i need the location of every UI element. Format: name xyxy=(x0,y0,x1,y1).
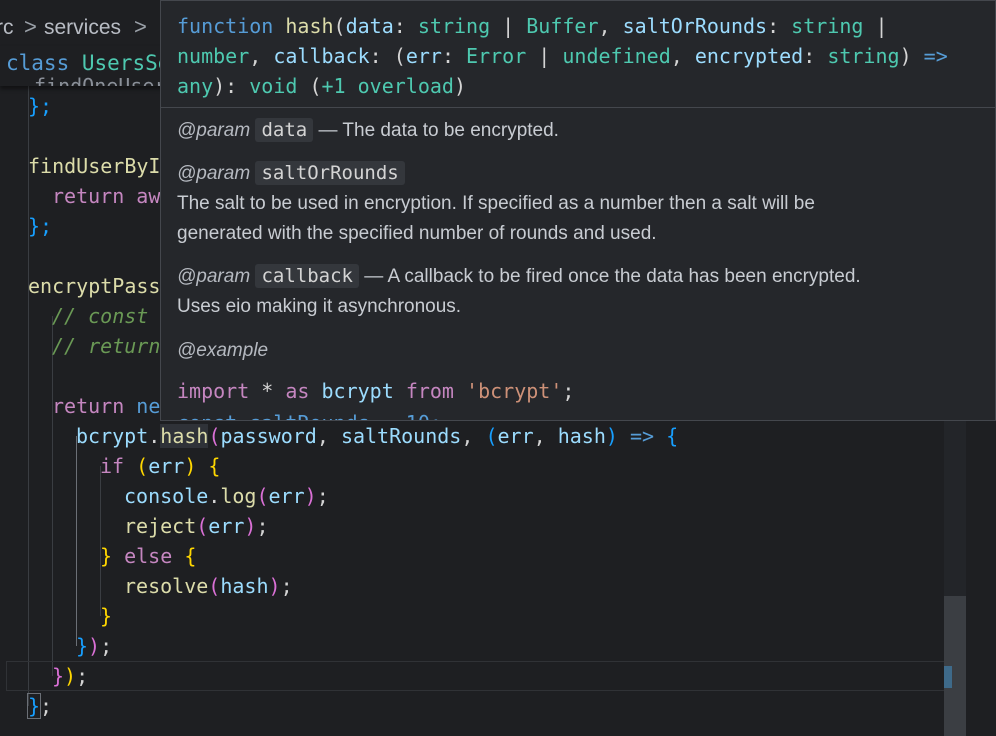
hover-tooltip[interactable]: function hash(data: string | Buffer, sal… xyxy=(160,0,996,421)
code-line: // return xyxy=(52,334,161,358)
code-line: // const xyxy=(52,304,149,328)
code-line: resolve(hash); xyxy=(124,574,293,598)
param-description: The salt to be used in encryption. If sp… xyxy=(177,193,815,214)
example-code: import * as bcrypt from 'bcrypt'; xyxy=(177,379,575,403)
code-line: }); xyxy=(52,664,89,688)
code-line: }; xyxy=(28,214,53,238)
code-line: findUserByI xyxy=(28,151,160,181)
scrollbar-position-marker xyxy=(944,666,952,688)
function-signature: function hash(data: string | Buffer, sal… xyxy=(177,14,948,98)
indent-guide-active xyxy=(76,436,77,646)
param-description: Uses eio making it asynchronous. xyxy=(177,296,462,317)
code-line: } xyxy=(100,604,113,628)
indent-guide xyxy=(52,316,53,676)
example-code-cut: const saltRounds = 10; xyxy=(177,411,442,420)
class-name: UsersSe xyxy=(81,51,171,75)
breadcrumb-item-src[interactable]: rc xyxy=(0,16,14,40)
code-line: }); xyxy=(76,634,113,658)
breadcrumb-item-services[interactable]: services xyxy=(44,16,121,40)
code-line: } else { xyxy=(100,544,197,568)
method-name[interactable]: encryptPass xyxy=(28,274,160,298)
code-line: }; xyxy=(28,94,53,118)
code-line: return ne xyxy=(52,394,161,418)
chevron-right-icon: > xyxy=(134,14,147,39)
code-line-hovered: bcrypt.hash(password, saltRounds, (err, … xyxy=(76,424,679,448)
chevron-right-icon: > xyxy=(24,14,37,39)
code-line: }; xyxy=(26,693,53,719)
code-line: console.log(err); xyxy=(124,484,329,508)
param-saltOrRounds: @param saltOrRounds xyxy=(177,161,405,185)
tooltip-divider xyxy=(161,107,995,108)
current-line-highlight xyxy=(6,661,946,691)
code-line: return aw xyxy=(52,184,161,208)
matched-bracket: } xyxy=(26,693,42,719)
code-line: encryptPass xyxy=(28,271,160,301)
hovered-symbol-hash[interactable]: hash xyxy=(160,424,209,448)
param-callback: @param callback — A callback to be fired… xyxy=(177,264,861,288)
sticky-cut-line: findOneUser xyxy=(34,74,167,86)
param-data: @param data — The data to be encrypted. xyxy=(177,118,559,142)
param-description: generated with the specified number of r… xyxy=(177,223,657,244)
method-name[interactable]: findUserByI xyxy=(28,154,160,178)
code-line: reject(err); xyxy=(124,514,269,538)
example-tag: @example xyxy=(177,340,269,361)
code-line: if (err) { xyxy=(100,454,221,478)
class-keyword: class xyxy=(6,51,70,75)
